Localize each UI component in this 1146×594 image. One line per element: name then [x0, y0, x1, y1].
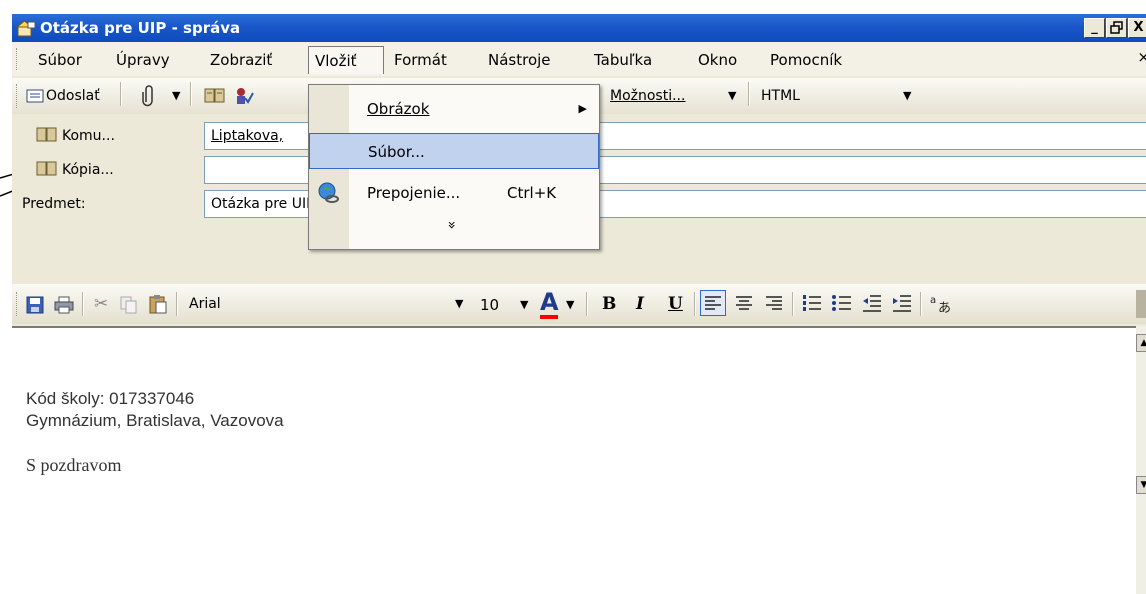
- paste-icon[interactable]: [148, 294, 168, 314]
- toolbar-separator: [176, 292, 178, 316]
- to-address-book-icon: [36, 127, 57, 142]
- toolbar-separator: [120, 82, 122, 106]
- restore-icon: [1109, 21, 1123, 34]
- message-app-icon: [16, 20, 36, 37]
- menu-subor[interactable]: Súbor: [32, 46, 88, 74]
- options-button[interactable]: Možnosti...: [610, 86, 685, 106]
- bullet-list-icon[interactable]: [830, 291, 854, 315]
- formatting-toolbar: ✂ Arial ▼ 10 ▼ A ▼ B I U aあ: [12, 284, 1146, 324]
- underline-button[interactable]: U: [668, 294, 683, 314]
- submenu-arrow-icon: ▶: [578, 102, 587, 115]
- minimize-button[interactable]: _: [1084, 18, 1105, 38]
- menu-okno[interactable]: Okno: [692, 46, 743, 74]
- body-line-school-name: Gymnázium, Bratislava, Vazovova: [26, 411, 284, 430]
- menu-bar: [12, 42, 1146, 76]
- bold-button[interactable]: B: [602, 294, 616, 314]
- format-select-value: HTML: [761, 88, 800, 104]
- menu-item-hyperlink-label: Prepojenie...: [367, 184, 461, 202]
- body-line-school-code: Kód školy: 017337046: [26, 389, 195, 408]
- to-button[interactable]: Komu...: [62, 126, 115, 146]
- cc-address-book-icon: [36, 161, 57, 176]
- phonetic-guide-icon[interactable]: aあ: [928, 291, 952, 315]
- toolbar-separator: [82, 292, 84, 316]
- send-button[interactable]: Odoslať: [46, 86, 100, 106]
- font-select-value: Arial: [189, 296, 221, 312]
- menu-tabulka[interactable]: Tabuľka: [588, 46, 658, 74]
- menu-upravy[interactable]: Úpravy: [110, 46, 176, 74]
- menubar-close-button[interactable]: ×: [1137, 48, 1146, 66]
- window-title: Otázka pre UIP - správa: [40, 19, 241, 37]
- align-left-icon: [705, 296, 721, 310]
- format-select[interactable]: HTML ▼: [756, 83, 920, 109]
- menu-item-hyperlink-shortcut: Ctrl+K: [507, 184, 557, 202]
- expand-menu-chevron-icon[interactable]: »: [443, 221, 459, 230]
- menu-item-file-label: Súbor...: [368, 143, 425, 161]
- menubar-grip[interactable]: [16, 48, 20, 70]
- close-window-button[interactable]: X: [1128, 18, 1146, 38]
- font-color-swatch: [540, 315, 558, 319]
- font-size-dropdown-arrow[interactable]: ▼: [520, 295, 528, 315]
- copy-icon[interactable]: [120, 296, 138, 314]
- toolbar-separator: [190, 82, 192, 106]
- toolbar-overflow-button[interactable]: [1136, 290, 1146, 318]
- chevron-down-icon: ▼: [903, 89, 912, 102]
- hyperlink-icon: [318, 182, 339, 203]
- font-select[interactable]: Arial ▼: [184, 291, 463, 317]
- menu-zobrazit[interactable]: Zobraziť: [204, 46, 278, 74]
- title-bar[interactable]: Otázka pre UIP - správa _ X: [12, 14, 1146, 42]
- italic-button[interactable]: I: [636, 294, 644, 314]
- restore-button[interactable]: [1106, 18, 1127, 38]
- toolbar-separator: [748, 82, 750, 106]
- svg-text:a: a: [930, 295, 936, 306]
- toolbar-separator: [792, 292, 794, 316]
- menu-nastroje[interactable]: Nástroje: [482, 46, 557, 74]
- toolbar-separator: [586, 292, 588, 316]
- attach-dropdown-arrow[interactable]: ▼: [172, 86, 180, 106]
- toolbar-separator: [694, 292, 696, 316]
- options-dropdown-arrow[interactable]: ▼: [728, 86, 736, 106]
- vertical-scrollbar[interactable]: ▲ ▼: [1136, 326, 1146, 594]
- numbered-list-icon[interactable]: [800, 291, 824, 315]
- menu-pomocnik[interactable]: Pomocník: [764, 46, 848, 74]
- font-color-button[interactable]: A: [540, 288, 559, 316]
- save-icon[interactable]: [26, 296, 44, 314]
- align-center-icon[interactable]: [732, 291, 756, 315]
- toolbar-grip[interactable]: [16, 84, 20, 108]
- increase-indent-icon[interactable]: [890, 291, 914, 315]
- insert-menu: Obrázok ▶ Súbor... Prepojenie... Ctrl+K …: [308, 84, 600, 250]
- menu-item-hyperlink[interactable]: Prepojenie... Ctrl+K: [309, 175, 599, 211]
- toolbar-separator: [920, 292, 922, 316]
- scroll-down-button[interactable]: ▼: [1136, 476, 1146, 494]
- check-names-icon[interactable]: [234, 86, 254, 106]
- message-body[interactable]: Kód školy: 017337046 Gymnázium, Bratisla…: [12, 326, 1146, 594]
- to-field-value: Liptakova,: [211, 128, 284, 144]
- chevron-down-icon: ▼: [455, 297, 464, 310]
- cut-icon[interactable]: ✂: [94, 294, 108, 314]
- body-line-greeting: S pozdravom: [26, 455, 122, 475]
- align-left-button[interactable]: [700, 290, 726, 316]
- subject-label: Predmet:: [22, 196, 86, 212]
- font-color-dropdown-arrow[interactable]: ▼: [566, 295, 574, 315]
- font-size-select[interactable]: 10: [480, 295, 499, 315]
- toolbar-grip[interactable]: [16, 292, 20, 316]
- send-icon: [26, 89, 44, 103]
- cc-button[interactable]: Kópia...: [62, 160, 114, 180]
- align-right-icon[interactable]: [762, 291, 786, 315]
- svg-text:あ: あ: [938, 301, 951, 315]
- menu-item-picture-label: Obrázok: [367, 100, 430, 118]
- decrease-indent-icon[interactable]: [860, 291, 884, 315]
- menu-vlozit[interactable]: Vložiť: [308, 46, 384, 74]
- paperclip-icon[interactable]: [142, 84, 156, 108]
- address-book-icon[interactable]: [204, 87, 226, 105]
- menu-item-file[interactable]: Súbor...: [309, 133, 599, 169]
- menu-item-picture[interactable]: Obrázok ▶: [309, 91, 599, 127]
- message-window: Otázka pre UIP - správa _ X Súbor Úpravy…: [12, 14, 1146, 594]
- scroll-up-button[interactable]: ▲: [1136, 334, 1146, 352]
- menu-format[interactable]: Formát: [388, 46, 453, 74]
- print-icon[interactable]: [54, 296, 74, 314]
